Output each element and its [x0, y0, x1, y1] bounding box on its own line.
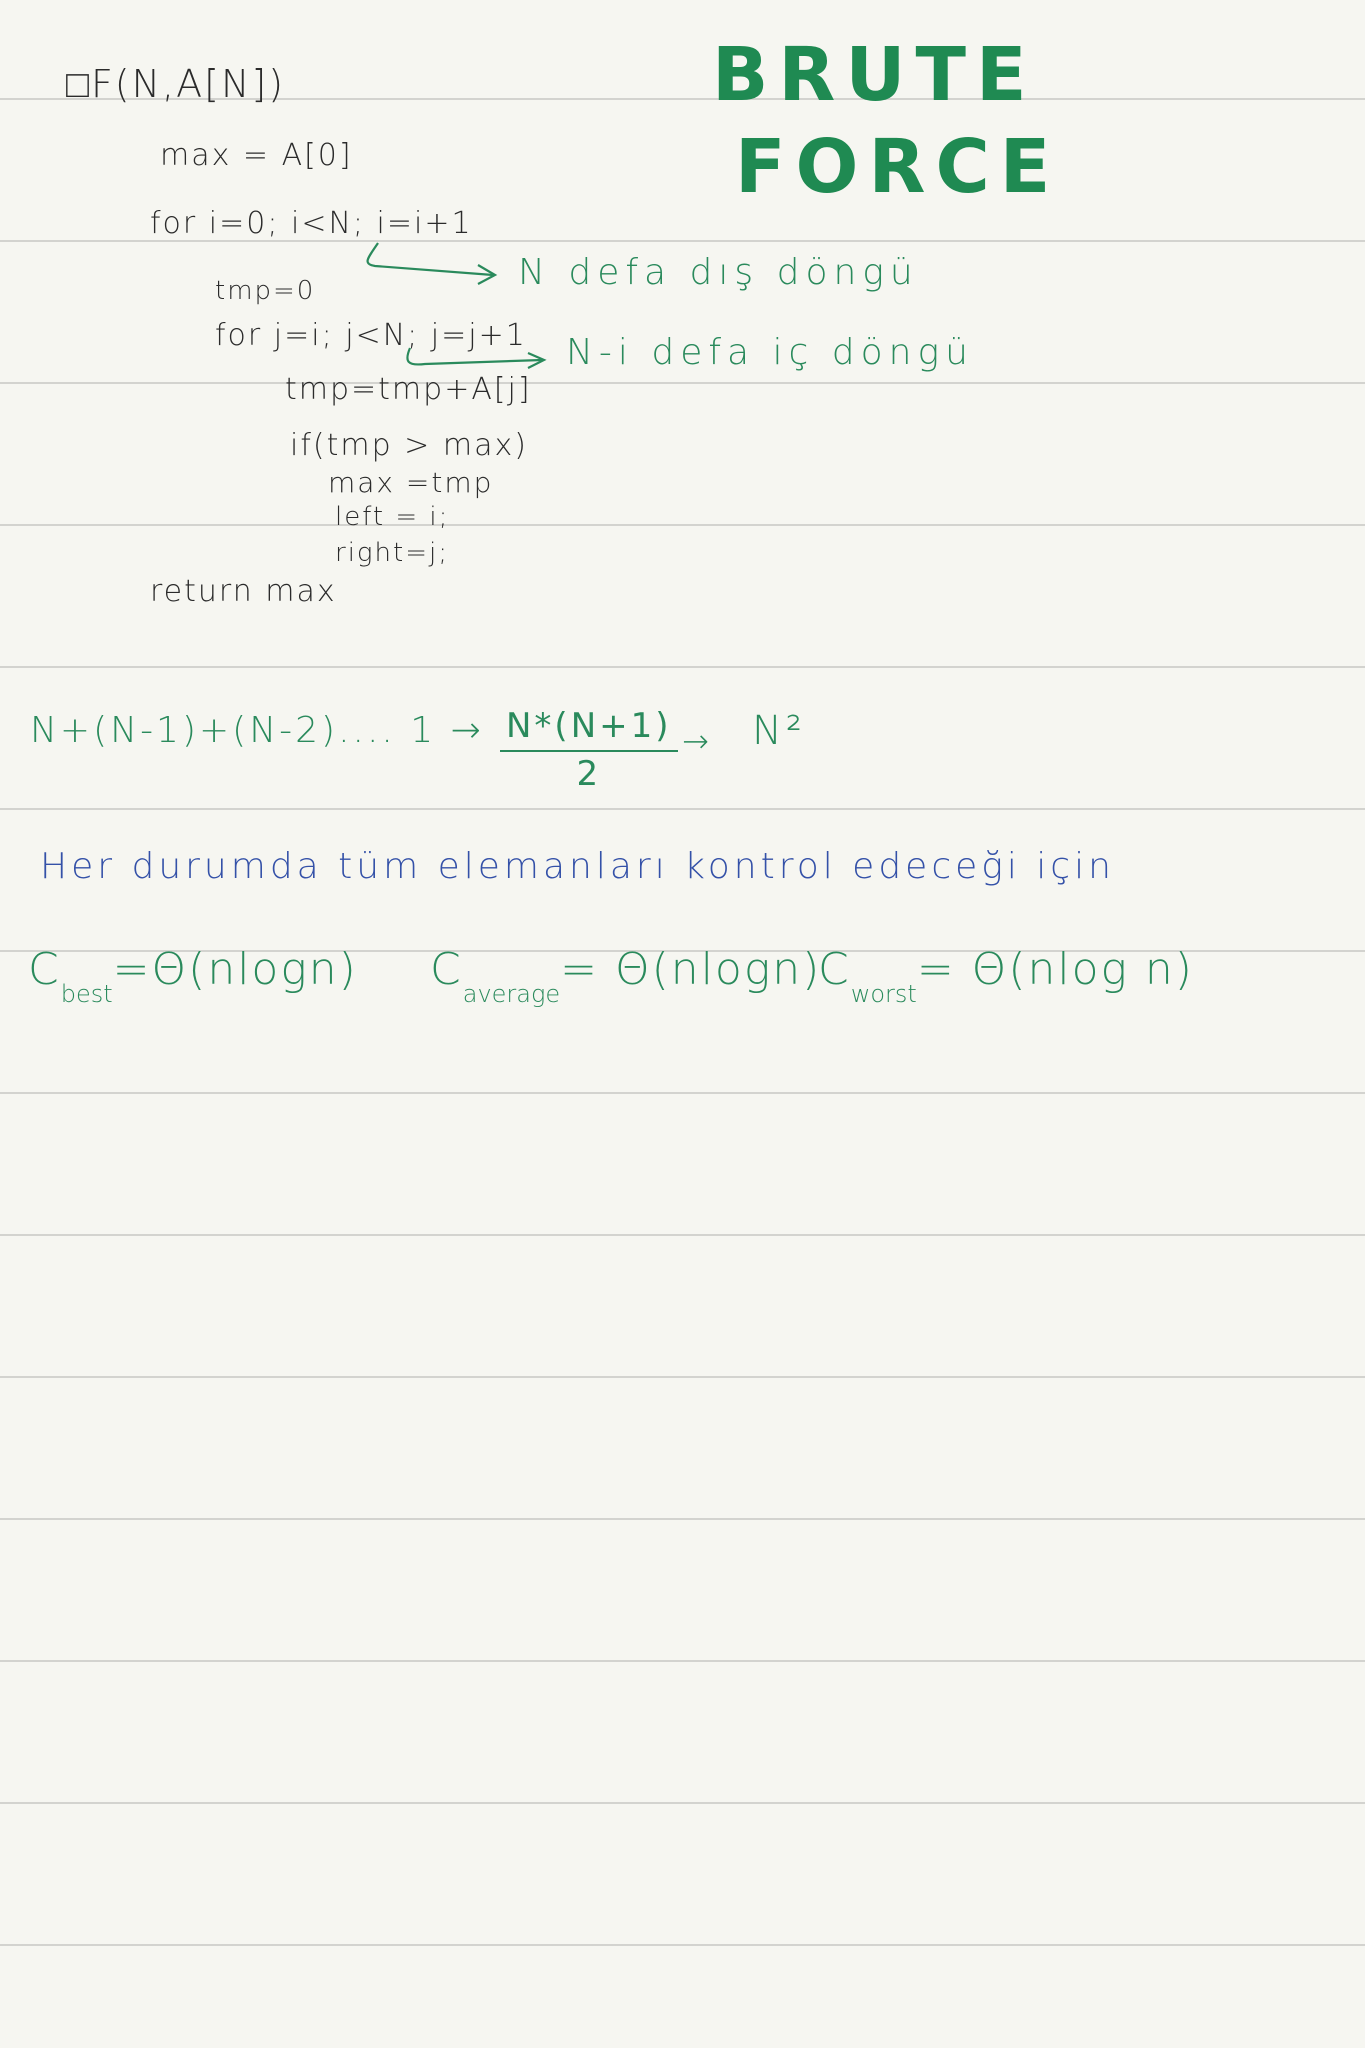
complexity-worst-prefix: C	[818, 944, 851, 995]
sum-result: N²	[752, 708, 806, 754]
complexity-average-sub: average	[462, 980, 561, 1008]
outer-loop-arrow	[366, 242, 494, 277]
inner-loop-note: N-i defa iç döngü	[566, 332, 974, 373]
complexity-best-sub: best	[60, 980, 113, 1008]
explanation-text: Her durumda tüm elemanları kontrol edece…	[40, 846, 1115, 887]
fraction-denominator: 2	[576, 754, 602, 794]
loop-arrows	[366, 242, 547, 369]
complexity-average-value: = Θ(nlogn)	[560, 944, 822, 995]
sum-arrow: →	[682, 722, 709, 760]
complexity-worst-sub: worst	[850, 980, 917, 1008]
fraction-numerator: N*(N+1)	[500, 706, 678, 752]
complexity-average-prefix: C	[430, 944, 463, 995]
sum-fraction: N*(N+1) 2	[500, 706, 678, 794]
outer-loop-note: N defa dış döngü	[518, 252, 919, 293]
inner-loop-arrow	[406, 347, 543, 366]
complexity-average: Caverage= Θ(nlogn)	[430, 944, 821, 1008]
sum-series: N+(N-1)+(N-2).... 1 →	[30, 710, 484, 751]
complexity-best-prefix: C	[28, 944, 61, 995]
complexity-worst: Cworst= Θ(nlog n)	[818, 944, 1194, 1008]
notebook-page: BRUTE FORCE □F(N,A[N]) max = A[0] for i=…	[0, 0, 1365, 2048]
complexity-worst-value: = Θ(nlog n)	[916, 944, 1194, 995]
complexity-best-value: =Θ(nlogn)	[112, 944, 358, 995]
complexity-best: Cbest=Θ(nlogn)	[28, 944, 358, 1008]
